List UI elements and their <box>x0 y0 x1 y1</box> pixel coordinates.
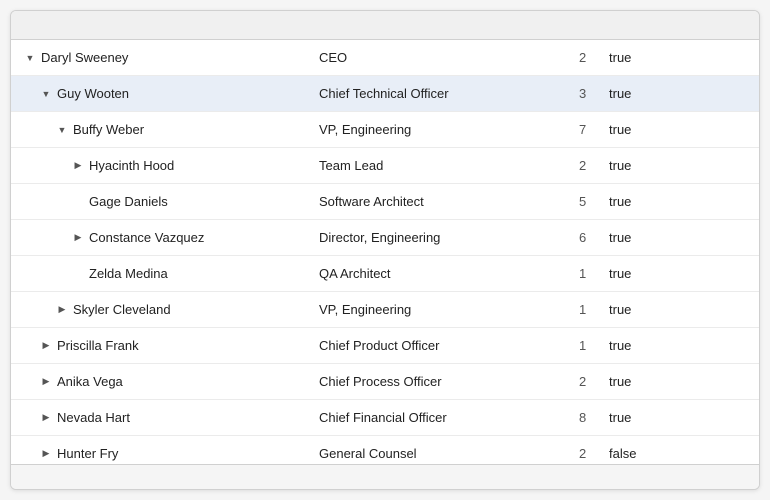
row-name-label: Anika Vega <box>57 374 123 389</box>
cell-name: Priscilla Frank <box>11 332 311 359</box>
table-row[interactable]: Buffy Weber VP, Engineering7true <box>11 112 759 148</box>
cell-h: 1 <box>571 296 601 323</box>
table-row[interactable]: Hunter Fry General Counsel2false <box>11 436 759 464</box>
arrow-down-icon[interactable] <box>23 53 37 63</box>
cell-position: CEO <box>311 44 571 71</box>
table-row[interactable]: Constance Vazquez Director, Engineering6t… <box>11 220 759 256</box>
org-chart-table: Daryl SweeneyCEO2trueGuy WootenChief Tec… <box>10 10 760 490</box>
cell-fulltime: true <box>601 224 681 251</box>
arrow-down-icon[interactable] <box>55 125 69 135</box>
cell-h: 5 <box>571 188 601 215</box>
cell-name: Skyler Cleveland <box>11 296 311 323</box>
row-name-label: Zelda Medina <box>89 266 168 281</box>
row-name-label: Priscilla Frank <box>57 338 139 353</box>
table-row[interactable]: Daryl Sweeney CEO2true <box>11 40 759 76</box>
cell-h: 7 <box>571 116 601 143</box>
row-name-label: Guy Wooten <box>57 86 129 101</box>
column-header-name <box>11 19 311 31</box>
bottom-scrollbar-bar <box>11 464 759 489</box>
cell-h: 2 <box>571 440 601 464</box>
row-name-label: Buffy Weber <box>73 122 144 137</box>
arrow-right-icon[interactable] <box>71 160 85 171</box>
cell-position: QA Architect <box>311 260 571 287</box>
table-row[interactable]: Gage Daniels Software Architect5true <box>11 184 759 220</box>
table-body[interactable]: Daryl SweeneyCEO2trueGuy WootenChief Tec… <box>11 40 759 464</box>
cell-name: Constance Vazquez <box>11 224 311 251</box>
cell-name: Zelda Medina <box>11 260 311 287</box>
cell-h: 2 <box>571 368 601 395</box>
column-header-position <box>311 19 571 31</box>
column-header-h <box>571 19 601 31</box>
cell-name: Hyacinth Hood <box>11 152 311 179</box>
arrow-right-icon[interactable] <box>39 448 53 459</box>
cell-fulltime: false <box>601 440 681 464</box>
cell-h: 1 <box>571 260 601 287</box>
cell-fulltime: true <box>601 296 681 323</box>
cell-position: VP, Engineering <box>311 116 571 143</box>
cell-position: Team Lead <box>311 152 571 179</box>
cell-position: General Counsel <box>311 440 571 464</box>
cell-position: Software Architect <box>311 188 571 215</box>
table-row[interactable]: Anika Vega Chief Process Officer2true <box>11 364 759 400</box>
cell-fulltime: true <box>601 188 681 215</box>
cell-fulltime: true <box>601 368 681 395</box>
cell-fulltime: true <box>601 116 681 143</box>
row-name-label: Skyler Cleveland <box>73 302 171 317</box>
cell-h: 2 <box>571 152 601 179</box>
cell-name: Guy Wooten <box>11 80 311 107</box>
row-name-label: Gage Daniels <box>89 194 168 209</box>
cell-h: 8 <box>571 404 601 431</box>
cell-fulltime: true <box>601 332 681 359</box>
cell-name: Daryl Sweeney <box>11 44 311 71</box>
row-name-label: Hyacinth Hood <box>89 158 174 173</box>
row-name-label: Hunter Fry <box>57 446 118 461</box>
cell-name: Anika Vega <box>11 368 311 395</box>
row-name-label: Constance Vazquez <box>89 230 204 245</box>
cell-fulltime: true <box>601 152 681 179</box>
cell-h: 2 <box>571 44 601 71</box>
cell-name: Buffy Weber <box>11 116 311 143</box>
cell-position: Chief Product Officer <box>311 332 571 359</box>
arrow-right-icon[interactable] <box>39 340 53 351</box>
cell-position: Chief Financial Officer <box>311 404 571 431</box>
cell-fulltime: true <box>601 404 681 431</box>
table-row[interactable]: Hyacinth Hood Team Lead2true <box>11 148 759 184</box>
cell-position: Chief Technical Officer <box>311 80 571 107</box>
table-row[interactable]: Skyler Cleveland VP, Engineering1true <box>11 292 759 328</box>
cell-position: VP, Engineering <box>311 296 571 323</box>
cell-fulltime: true <box>601 260 681 287</box>
arrow-right-icon[interactable] <box>55 304 69 315</box>
table-header <box>11 11 759 40</box>
arrow-right-icon[interactable] <box>39 376 53 387</box>
row-name-label: Nevada Hart <box>57 410 130 425</box>
cell-h: 6 <box>571 224 601 251</box>
arrow-down-icon[interactable] <box>39 89 53 99</box>
cell-name: Nevada Hart <box>11 404 311 431</box>
table-row[interactable]: Nevada Hart Chief Financial Officer8true <box>11 400 759 436</box>
table-row[interactable]: Zelda Medina QA Architect1true <box>11 256 759 292</box>
cell-name: Hunter Fry <box>11 440 311 464</box>
cell-h: 3 <box>571 80 601 107</box>
cell-fulltime: true <box>601 80 681 107</box>
table-row[interactable]: Priscilla Frank Chief Product Officer1tru… <box>11 328 759 364</box>
cell-h: 1 <box>571 332 601 359</box>
arrow-right-icon[interactable] <box>71 232 85 243</box>
cell-fulltime: true <box>601 44 681 71</box>
table-row[interactable]: Guy Wooten Chief Technical Officer3true <box>11 76 759 112</box>
cell-name: Gage Daniels <box>11 188 311 215</box>
arrow-right-icon[interactable] <box>39 412 53 423</box>
column-header-fulltime <box>601 19 681 31</box>
cell-position: Chief Process Officer <box>311 368 571 395</box>
cell-position: Director, Engineering <box>311 224 571 251</box>
row-name-label: Daryl Sweeney <box>41 50 128 65</box>
